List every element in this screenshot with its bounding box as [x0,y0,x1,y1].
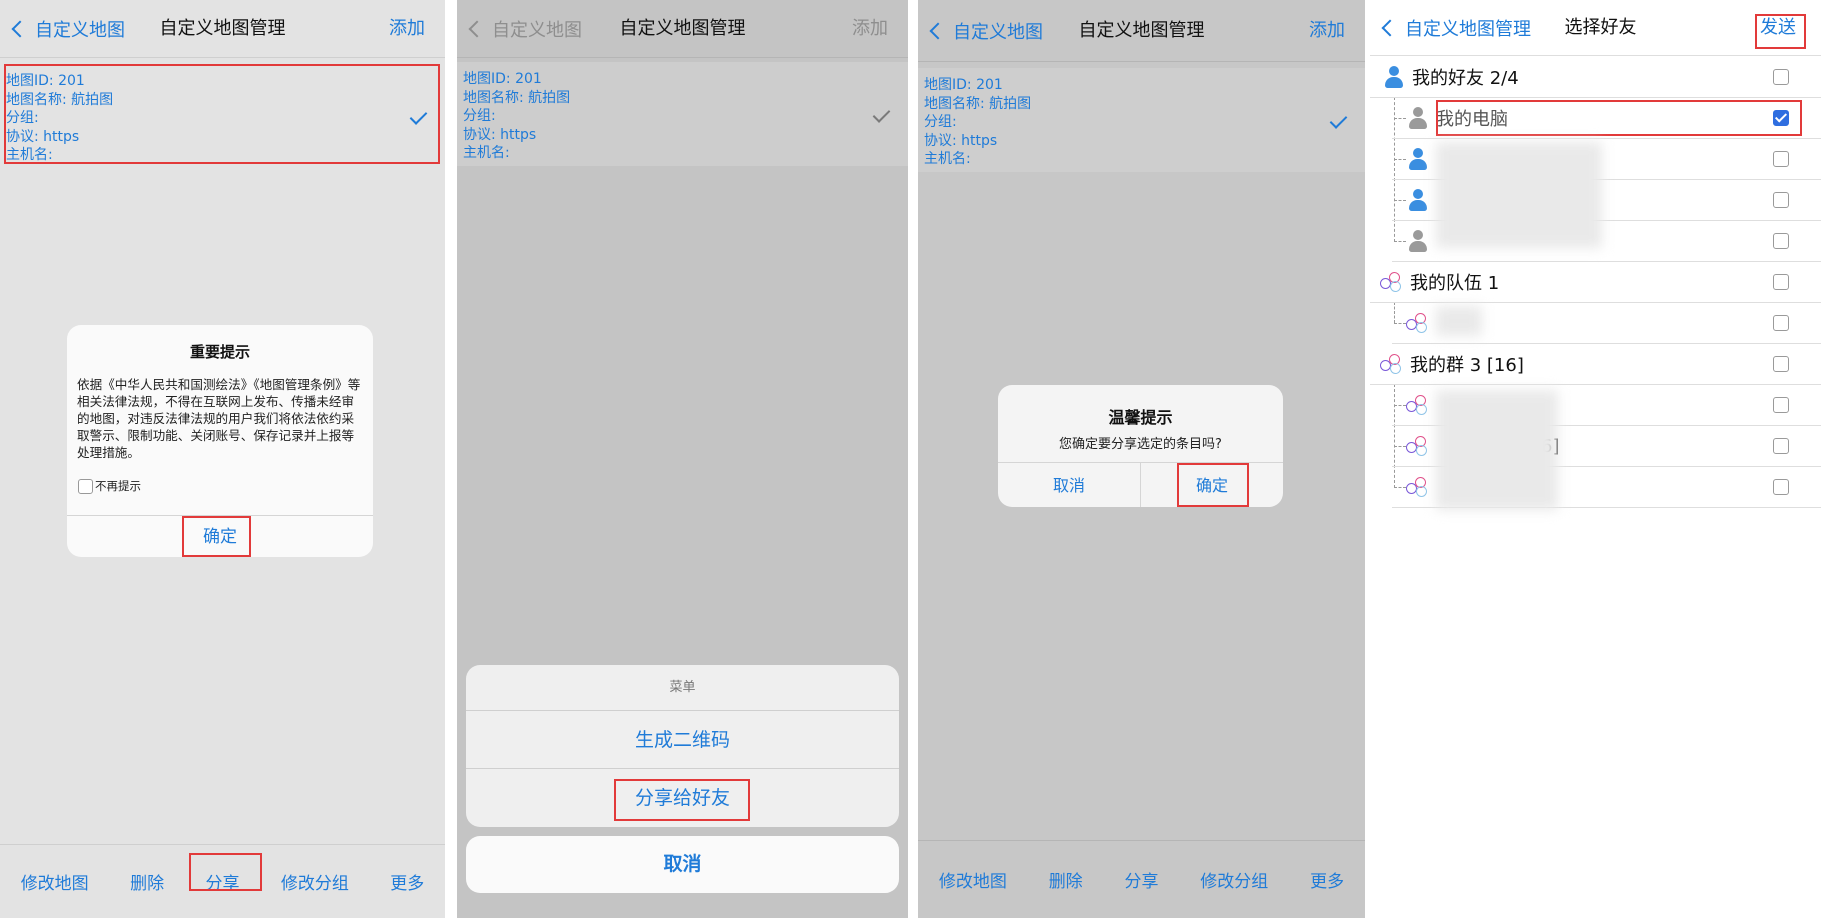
dialog-title: 温馨提示 [1108,408,1173,427]
checkbox[interactable] [1773,274,1789,290]
user-icon [1408,229,1428,253]
checkbox[interactable] [1773,233,1789,249]
back-label: 自定义地图 [35,20,125,41]
checkbox[interactable] [1773,397,1789,413]
dialog-title: 重要提示 [189,343,250,361]
user-icon [1408,106,1428,130]
share-button[interactable]: 分享 [1116,861,1166,898]
map-id: 地图ID: 201 [924,77,1003,93]
chevron-left-icon [11,20,29,38]
panel-select-friends: 自定义地图管理 选择好友 发送 我的好友 2/4 我的电脑 我的队伍 1 我的群… [1370,0,1821,918]
back-label: 自定义地图 [492,20,582,41]
map-id: 地图ID: 201 [463,71,542,87]
group-icon [1406,394,1430,416]
group-label: 我的群 3 [16] [1410,355,1524,376]
checkbox[interactable] [1773,192,1789,208]
checkbox-label: 不再提示 [95,479,141,493]
panel-map-manage-notice: 自定义地图 自定义地图管理 添加 地图ID: 201 地图名称: 航拍图 分组:… [0,0,445,918]
checkbox[interactable] [1773,479,1789,495]
group-icon [1380,271,1404,293]
map-host: 主机名: [463,145,510,161]
chevron-left-icon [1381,19,1399,37]
add-button[interactable]: 添加 [389,0,425,58]
chevron-left-icon [468,20,486,38]
dont-show-again[interactable]: 不再提示 [78,478,141,494]
map-group: 分组: [463,108,496,124]
checkbox[interactable] [1773,438,1789,454]
map-protocol: 协议: https [463,126,537,143]
cancel-button[interactable]: 取消 [998,463,1141,507]
checkbox[interactable] [1773,315,1789,331]
map-name: 地图名称: 航拍图 [463,89,571,106]
more-button[interactable]: 更多 [1302,861,1352,898]
checkbox[interactable] [1773,69,1789,85]
back-button[interactable]: 自定义地图 [8,0,125,58]
more-button[interactable]: 更多 [382,863,432,900]
sheet-title: 菜单 [669,680,696,695]
bottom-toolbar: 修改地图 删除 分享 修改分组 更多 [918,840,1365,918]
back-label: 自定义地图 [953,22,1043,43]
map-group: 分组: [924,114,957,130]
cancel-button[interactable]: 取消 [466,836,899,893]
navbar: 自定义地图 自定义地图管理 添加 [0,0,445,58]
redacted-area [1436,142,1602,248]
dialog-message: 您确定要分享选定的条目吗? [1059,437,1222,452]
highlight-box [4,64,440,164]
redacted-area [1436,390,1558,510]
dialog-body: 依据《中华人民共和国测绘法》《地图管理条例》等相关法律法规，不得在互联网上发布、… [77,377,361,460]
edit-map-button[interactable]: 修改地图 [13,863,97,900]
panel-share-menu: 自定义地图 自定义地图管理 添加 地图ID: 201 地图名称: 航拍图 分组:… [457,0,908,918]
navbar: 自定义地图管理 选择好友 发送 [1370,0,1821,56]
edit-group-button[interactable]: 修改分组 [1192,861,1276,898]
redacted-area [1436,306,1482,336]
user-icon [1384,65,1404,89]
team-group-row[interactable]: 我的队伍 1 [1370,262,1821,303]
chat-group-row[interactable]: 我的群 3 [16] [1370,344,1821,385]
navbar: 自定义地图 自定义地图管理 添加 [918,0,1365,62]
delete-button[interactable]: 删除 [122,863,172,900]
highlight-box [1436,100,1802,136]
panel-confirm-share: 自定义地图 自定义地图管理 添加 地图ID: 201 地图名称: 航拍图 分组:… [918,0,1365,918]
group-icon [1406,435,1430,457]
map-list-item[interactable]: 地图ID: 201 地图名称: 航拍图 分组: 协议: https 主机名: [918,68,1365,172]
group-icon [1380,353,1404,375]
navbar: 自定义地图 自定义地图管理 添加 [457,0,908,58]
map-list-item[interactable]: 地图ID: 201 地图名称: 航拍图 分组: 协议: https 主机名: [457,62,908,166]
chevron-left-icon [929,22,947,40]
checkbox[interactable] [1773,356,1789,372]
delete-button[interactable]: 删除 [1041,861,1091,898]
qrcode-option[interactable]: 生成二维码 [466,710,899,768]
highlight-box [614,779,750,821]
checkbox[interactable] [1773,151,1789,167]
group-icon [1406,312,1430,334]
map-protocol: 协议: https [924,132,998,149]
checkbox-icon[interactable] [78,478,93,494]
add-button[interactable]: 添加 [852,0,888,58]
highlight-box [1755,14,1806,49]
group-label: 我的好友 2/4 [1412,68,1519,89]
edit-group-button[interactable]: 修改分组 [273,863,357,900]
map-host: 主机名: [924,151,971,167]
back-button[interactable]: 自定义地图管理 [1378,0,1531,56]
highlight-box [1177,463,1249,507]
back-label: 自定义地图管理 [1405,19,1531,40]
user-icon [1408,147,1428,171]
highlight-box [182,516,251,557]
add-button[interactable]: 添加 [1309,0,1345,62]
back-button[interactable]: 自定义地图 [926,0,1043,62]
group-icon [1406,476,1430,498]
friends-group-row[interactable]: 我的好友 2/4 [1370,57,1821,98]
highlight-box [189,853,262,891]
back-button[interactable]: 自定义地图 [465,0,582,58]
map-name: 地图名称: 航拍图 [924,95,1032,112]
group-label: 我的队伍 1 [1410,273,1500,294]
user-icon [1408,188,1428,212]
edit-map-button[interactable]: 修改地图 [931,861,1015,898]
